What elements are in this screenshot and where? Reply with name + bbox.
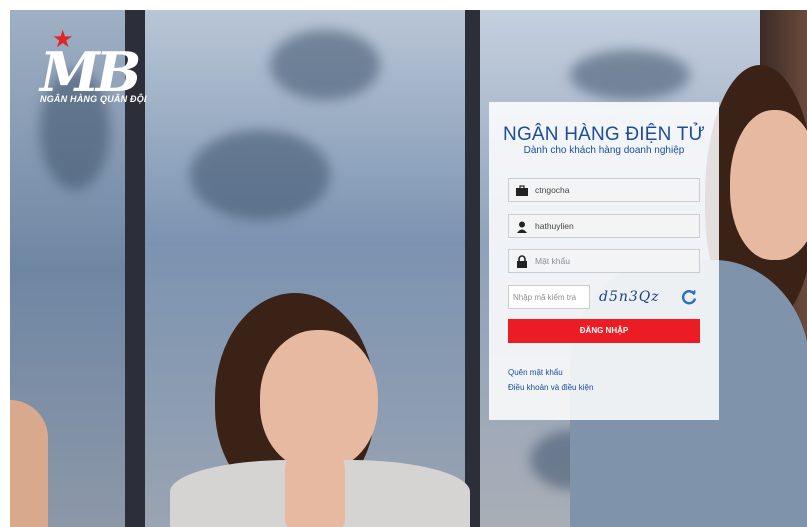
foliage-blur [190, 130, 330, 220]
logo-text: NGÂN HÀNG QUÂN ĐỘI [40, 94, 147, 104]
company-id-value: ctngocha [535, 185, 570, 195]
foliage-blur [270, 30, 380, 100]
username-value: hathuylien [535, 221, 574, 231]
person-hand [285, 440, 345, 527]
captcha-input[interactable]: Nhập mã kiểm tra [508, 285, 590, 309]
terms-link[interactable]: Điều khoản và điều kiện [508, 383, 593, 392]
panel-subtitle: Dành cho khách hàng doanh nghiệp [523, 145, 685, 156]
user-icon [517, 221, 527, 233]
person-face [730, 110, 807, 260]
logo-mark: MB [40, 40, 141, 104]
login-button[interactable]: ĐĂNG NHẬP [508, 319, 700, 343]
captcha-image: d5n3Qz [599, 289, 660, 305]
window-frame [465, 10, 480, 527]
briefcase-icon [516, 185, 528, 196]
foliage-blur [570, 50, 690, 100]
lock-icon [517, 255, 527, 268]
panel-title: NGÂN HÀNG ĐIỆN TỬ [503, 124, 705, 145]
password-field[interactable]: Mật khẩu [508, 249, 700, 273]
company-id-field[interactable]: ctngocha [508, 178, 700, 202]
forgot-password-link[interactable]: Quên mật khẩu [508, 368, 563, 377]
refresh-icon[interactable] [680, 288, 698, 306]
username-field[interactable]: hathuylien [508, 214, 700, 238]
login-panel: NGÂN HÀNG ĐIỆN TỬ Dành cho khách hàng do… [489, 102, 719, 420]
person-arm [10, 400, 48, 527]
mb-logo: ★ MB NGÂN HÀNG QUÂN ĐỘI [40, 28, 170, 113]
password-placeholder: Mật khẩu [535, 256, 570, 266]
